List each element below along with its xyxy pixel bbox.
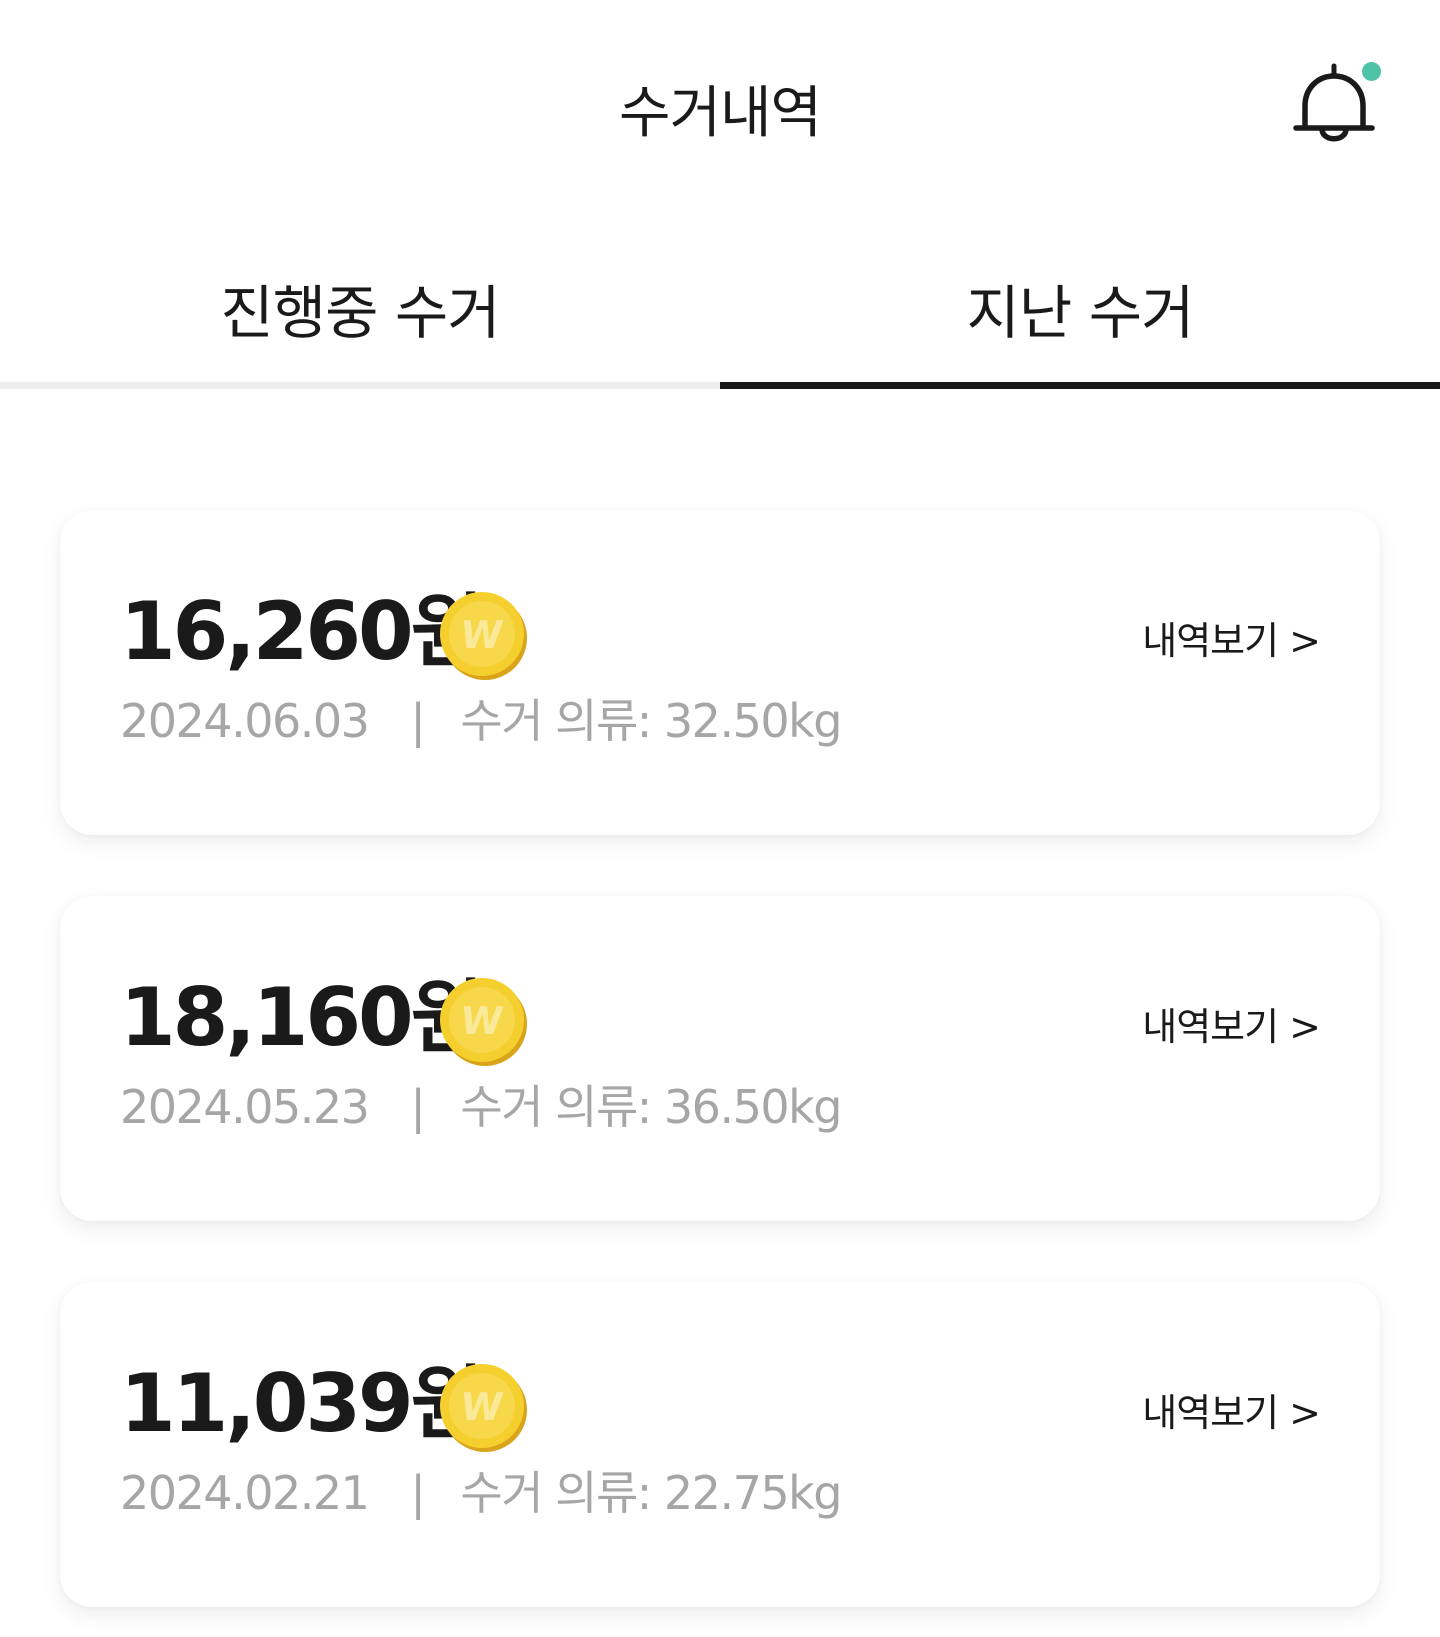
record-card: 16,260원 W 2024.06.03 | 수거 의류: 32.50kg 내역보기… xyxy=(60,510,1380,835)
record-weight: 수거 의류: 32.50kg xyxy=(460,694,842,748)
svg-text:W: W xyxy=(457,1000,505,1044)
view-details-link[interactable]: 내역보기 > xyxy=(1142,610,1321,665)
notification-button[interactable] xyxy=(1290,58,1381,153)
tab-bar: 진행중 수거 지난 수거 xyxy=(0,230,1440,390)
view-details-link[interactable]: 내역보기 > xyxy=(1142,1382,1321,1437)
meta-separator: | xyxy=(410,1466,426,1520)
record-meta: 2024.05.23 | 수거 의류: 36.50kg xyxy=(120,1080,842,1134)
svg-text:W: W xyxy=(457,614,505,658)
record-card: 11,039원 W 2024.02.21 | 수거 의류: 22.75kg 내역보기… xyxy=(60,1282,1380,1607)
meta-separator: | xyxy=(410,694,426,748)
record-weight: 수거 의류: 22.75kg xyxy=(460,1466,842,1520)
record-meta: 2024.02.21 | 수거 의류: 22.75kg xyxy=(120,1466,842,1520)
tab-track xyxy=(0,382,720,389)
meta-separator: | xyxy=(410,1080,426,1134)
amount: 11,039원 xyxy=(120,1357,484,1450)
amount: 18,160원 xyxy=(120,971,484,1064)
record-date: 2024.06.03 xyxy=(120,694,370,748)
tab-past[interactable]: 지난 수거 xyxy=(720,230,1440,380)
record-date: 2024.02.21 xyxy=(120,1466,370,1520)
record-weight: 수거 의류: 36.50kg xyxy=(460,1080,842,1134)
tab-in-progress[interactable]: 진행중 수거 xyxy=(0,230,720,380)
page-title: 수거내역 xyxy=(618,81,822,146)
view-details-link[interactable]: 내역보기 > xyxy=(1142,996,1321,1051)
active-tab-indicator xyxy=(720,382,1440,389)
record-meta: 2024.06.03 | 수거 의류: 32.50kg xyxy=(120,694,842,748)
coin-w-icon: W xyxy=(438,976,530,1068)
notification-dot xyxy=(1362,62,1381,81)
header: 수거내역 xyxy=(0,0,1440,200)
coin-w-icon: W xyxy=(438,590,530,682)
record-date: 2024.05.23 xyxy=(120,1080,370,1134)
svg-text:W: W xyxy=(457,1386,505,1430)
amount: 16,260원 xyxy=(120,585,484,678)
record-card: 18,160원 W 2024.05.23 | 수거 의류: 36.50kg 내역보기… xyxy=(60,896,1380,1221)
coin-w-icon: W xyxy=(438,1362,530,1454)
